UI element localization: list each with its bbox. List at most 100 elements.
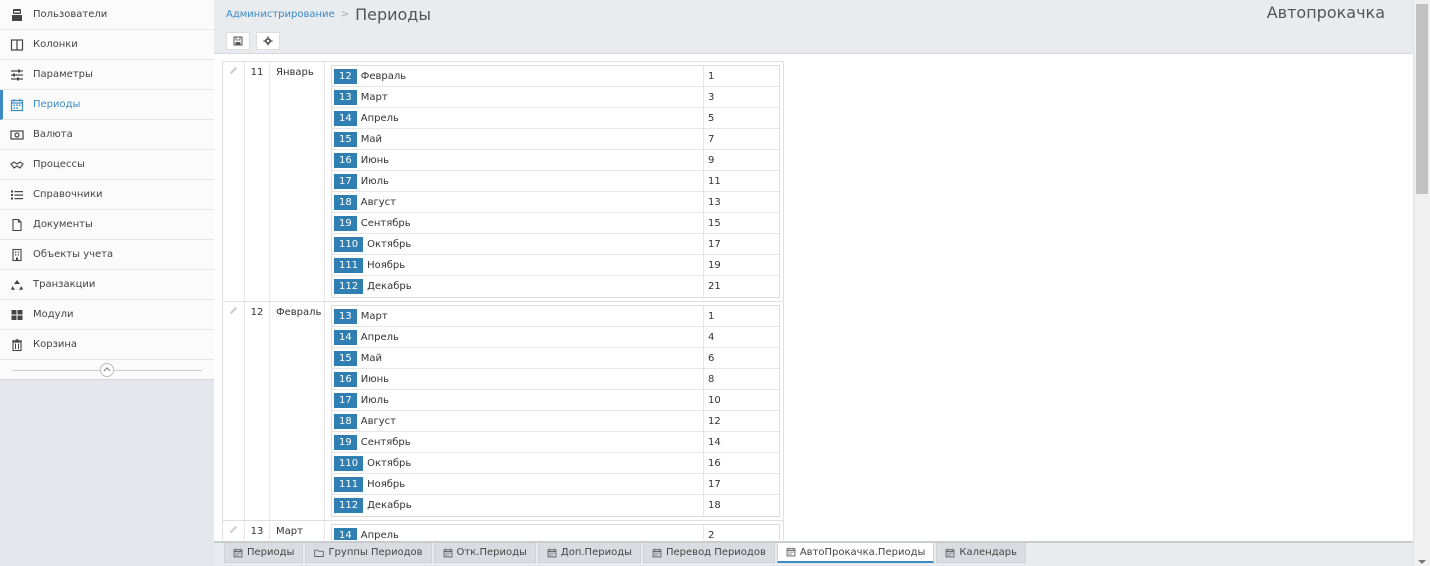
sidebar-item[interactable]: Пользователи — [0, 0, 214, 30]
table-row[interactable]: 16 Июнь 9 — [332, 150, 779, 171]
period-code-badge: 13 — [334, 89, 357, 105]
target-period-cell: 112 Декабрь — [332, 276, 704, 297]
period-value: 14 — [708, 436, 721, 448]
period-name: Март — [360, 91, 388, 103]
period-id: 11 — [245, 62, 270, 301]
pencil-icon — [230, 67, 237, 74]
target-period-cell: 14 Апрель — [332, 327, 704, 347]
tab[interactable]: Перевод Периодов — [643, 543, 775, 563]
edit-button[interactable] — [223, 62, 245, 301]
sidebar-item[interactable]: Корзина — [0, 330, 214, 360]
target-period-cell: 112 Декабрь — [332, 495, 704, 516]
period-value: 5 — [708, 112, 715, 124]
breadcrumb-link[interactable]: Администрирование — [226, 9, 335, 20]
scrollbar[interactable] — [1413, 0, 1430, 566]
table-row[interactable]: 16 Июнь 8 — [332, 369, 779, 390]
period-name: Апрель — [360, 331, 399, 343]
sidebar-item[interactable]: Справочники — [0, 180, 214, 210]
scroll-down-arrow[interactable] — [1418, 560, 1426, 564]
calendar-icon — [443, 548, 457, 558]
table-row[interactable]: 14 Апрель 5 — [332, 108, 779, 129]
sidebar-item[interactable]: Транзакции — [0, 270, 214, 300]
period-name: Май — [360, 352, 382, 364]
period-group-row: 12 Февраль 13 Март 1 14 Апрель 4 15 Май 6 16 Июнь 8 17… — [222, 301, 784, 520]
save-button[interactable] — [226, 31, 250, 50]
period-code-badge: 112 — [334, 498, 364, 513]
tab[interactable]: Группы Периодов — [305, 543, 432, 563]
grid-icon — [10, 308, 24, 322]
nested-table: 12 Февраль 1 13 Март 3 14 Апрель 5 15 Май 7 16 Июнь 9 1… — [331, 65, 780, 298]
calendar-icon — [547, 548, 561, 558]
table-row[interactable]: 13 Март 3 — [332, 87, 779, 108]
table-row[interactable]: 19 Сентябрь 15 — [332, 213, 779, 234]
target-period-cell: 13 Март — [332, 87, 704, 107]
tab[interactable]: Периоды — [224, 543, 304, 563]
period-name: Июнь — [360, 373, 390, 385]
target-period-cell: 17 Июль — [332, 390, 704, 410]
edit-button[interactable] — [223, 302, 245, 520]
period-value: 21 — [708, 281, 721, 292]
table-row[interactable]: 12 Февраль 1 — [332, 66, 779, 87]
tab[interactable]: Доп.Периоды — [537, 543, 641, 563]
table-row[interactable]: 14 Апрель 4 — [332, 327, 779, 348]
period-id: 13 — [245, 521, 270, 540]
settings-button[interactable] — [256, 31, 280, 50]
edit-button[interactable] — [223, 521, 245, 540]
header: Администрирование > Периоды Автопрокачка — [214, 0, 1413, 28]
period-value: 17 — [708, 478, 721, 490]
period-name: Май — [360, 133, 382, 145]
table-row[interactable]: 110 Октябрь 16 — [332, 453, 779, 474]
table-row[interactable]: 111 Ноябрь 19 — [332, 255, 779, 276]
period-name: Октябрь — [367, 238, 412, 250]
period-code-badge: 15 — [334, 350, 357, 366]
section-title: Автопрокачка — [1266, 3, 1385, 22]
period-value: 6 — [708, 352, 715, 364]
sidebar: Пользователи Колонки Параметры Периоды Валют… — [0, 0, 214, 566]
collapse-button[interactable] — [100, 363, 114, 377]
sidebar-item[interactable]: Колонки — [0, 30, 214, 60]
period-value: 4 — [708, 331, 715, 343]
sidebar-item[interactable]: Периоды — [0, 90, 214, 120]
table-row[interactable]: 17 Июль 10 — [332, 390, 779, 411]
sidebar-item[interactable]: Модули — [0, 300, 214, 330]
target-period-cell: 18 Август — [332, 411, 704, 431]
table-row[interactable]: 112 Декабрь 18 — [332, 495, 779, 516]
table-row[interactable]: 110 Октябрь 17 — [332, 234, 779, 255]
period-code-badge: 13 — [334, 308, 357, 324]
target-period-cell: 19 Сентябрь — [332, 432, 704, 452]
tab[interactable]: Календарь — [936, 543, 1026, 563]
period-code-badge: 112 — [334, 279, 364, 294]
period-value: 9 — [708, 154, 715, 166]
scrollbar-thumb[interactable] — [1416, 4, 1428, 194]
table-row[interactable]: 19 Сентябрь 14 — [332, 432, 779, 453]
table-row[interactable]: 112 Декабрь 21 — [332, 276, 779, 297]
table-row[interactable]: 111 Ноябрь 17 — [332, 474, 779, 495]
period-code-badge: 15 — [334, 131, 357, 147]
tab[interactable]: Отк.Периоды — [433, 543, 536, 563]
period-value: 8 — [708, 373, 715, 385]
period-id: 12 — [245, 302, 270, 520]
table-row[interactable]: 15 Май 7 — [332, 129, 779, 150]
tab[interactable]: АвтоПрокачка.Периоды — [776, 543, 935, 563]
period-value: 10 — [708, 394, 721, 406]
table-row[interactable]: 18 Август 13 — [332, 192, 779, 213]
pencil-icon — [230, 307, 237, 314]
sidebar-item[interactable]: Объекты учета — [0, 240, 214, 270]
target-period-cell: 18 Август — [332, 192, 704, 212]
sidebar-item[interactable]: Документы — [0, 210, 214, 240]
sidebar-item[interactable]: Валюта — [0, 120, 214, 150]
table-row[interactable]: 13 Март 1 — [332, 306, 779, 327]
period-code-badge: 111 — [334, 257, 364, 273]
sidebar-item-label: Процессы — [33, 159, 85, 170]
sidebar-item[interactable]: Параметры — [0, 60, 214, 90]
table-row[interactable]: 14 Апрель 2 — [332, 525, 779, 540]
target-period-cell: 111 Ноябрь — [332, 474, 704, 494]
sidebar-item[interactable]: Процессы — [0, 150, 214, 180]
period-name: Ноябрь — [367, 259, 406, 271]
period-code-badge: 16 — [334, 371, 357, 387]
table-row[interactable]: 15 Май 6 — [332, 348, 779, 369]
sidebar-item-label: Корзина — [33, 339, 78, 350]
table-row[interactable]: 17 Июль 11 — [332, 171, 779, 192]
period-code-badge: 17 — [334, 173, 357, 189]
table-row[interactable]: 18 Август 12 — [332, 411, 779, 432]
